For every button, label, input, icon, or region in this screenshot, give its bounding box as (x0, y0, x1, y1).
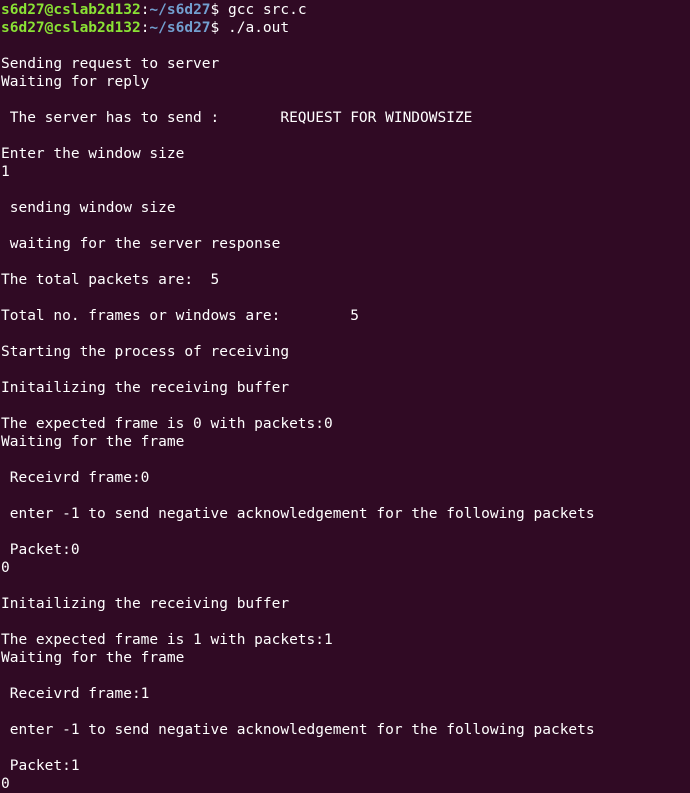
output-line: Waiting for reply (1, 74, 150, 90)
output-line: enter -1 to send negative acknowledgemen… (1, 506, 595, 522)
output-line: The expected frame is 0 with packets:0 (1, 416, 333, 432)
output-line: Receivrd frame:0 (1, 470, 150, 486)
output-line: The server has to send : REQUEST FOR WIN… (1, 110, 473, 126)
output-line: waiting for the server response (1, 236, 281, 252)
output-line: sending window size (1, 200, 176, 216)
output-line: Enter the window size (1, 146, 185, 162)
output-line: 0 (1, 560, 10, 576)
output-line: Packet:0 (1, 542, 80, 558)
output-line: Total no. frames or windows are: 5 (1, 308, 359, 324)
output-line: Starting the process of receiving (1, 344, 290, 360)
prompt-line-1: s6d27@cslab2d132:~/s6d27$ gcc src.c (0, 1, 690, 19)
output-line: Initailizing the receiving buffer (1, 380, 290, 396)
terminal-window[interactable]: s6d27@cslab2d132:~/s6d27$ gcc src.c s6d2… (0, 0, 690, 793)
output-line: 0 (1, 776, 10, 792)
prompt-path: ~/s6d27 (149, 2, 211, 18)
output-line: The total packets are: 5 (1, 272, 220, 288)
output-line: Receivrd frame:1 (1, 686, 150, 702)
terminal-output: Sending request to server Waiting for rep… (0, 37, 690, 793)
prompt-symbol: $ (210, 2, 228, 18)
command-text: gcc src.c (228, 2, 307, 18)
prompt-symbol: $ (210, 20, 228, 36)
prompt-user-host: s6d27@cslab2d132 (1, 20, 141, 36)
output-line: Waiting for the frame (1, 434, 185, 450)
prompt-line-2: s6d27@cslab2d132:~/s6d27$ ./a.out (0, 19, 690, 37)
output-line: 1 (1, 164, 10, 180)
output-line: Packet:1 (1, 758, 80, 774)
output-line: Waiting for the frame (1, 650, 185, 666)
output-line: enter -1 to send negative acknowledgemen… (1, 722, 595, 738)
output-line: Initailizing the receiving buffer (1, 596, 290, 612)
prompt-user-host: s6d27@cslab2d132 (1, 2, 141, 18)
command-text: ./a.out (228, 20, 290, 36)
output-line: Sending request to server (1, 56, 220, 72)
prompt-path: ~/s6d27 (149, 20, 211, 36)
output-line: The expected frame is 1 with packets:1 (1, 632, 333, 648)
